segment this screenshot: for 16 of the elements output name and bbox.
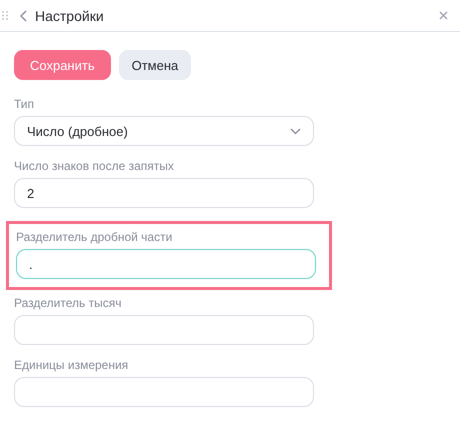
field-label: Тип xyxy=(14,97,36,111)
close-icon[interactable] xyxy=(439,11,448,20)
input-field[interactable] xyxy=(14,315,314,345)
field-label: Число знаков после запятых xyxy=(14,159,175,173)
input-field[interactable] xyxy=(14,377,314,407)
input-field[interactable]: . xyxy=(16,249,316,279)
chevron-down-icon xyxy=(290,128,301,134)
panel-title: Настройки xyxy=(35,8,105,24)
field-label: Единицы измерения xyxy=(14,358,130,372)
field-label: Разделитель тысяч xyxy=(14,296,122,310)
select-field[interactable]: Число (дробное) xyxy=(14,116,314,146)
cancel-button[interactable]: Отмена xyxy=(118,50,192,80)
input-field[interactable]: 2 xyxy=(14,178,314,208)
drag-handle-icon[interactable] xyxy=(2,11,8,20)
back-icon[interactable] xyxy=(20,10,27,22)
field-label: Разделитель дробной части xyxy=(16,230,174,244)
